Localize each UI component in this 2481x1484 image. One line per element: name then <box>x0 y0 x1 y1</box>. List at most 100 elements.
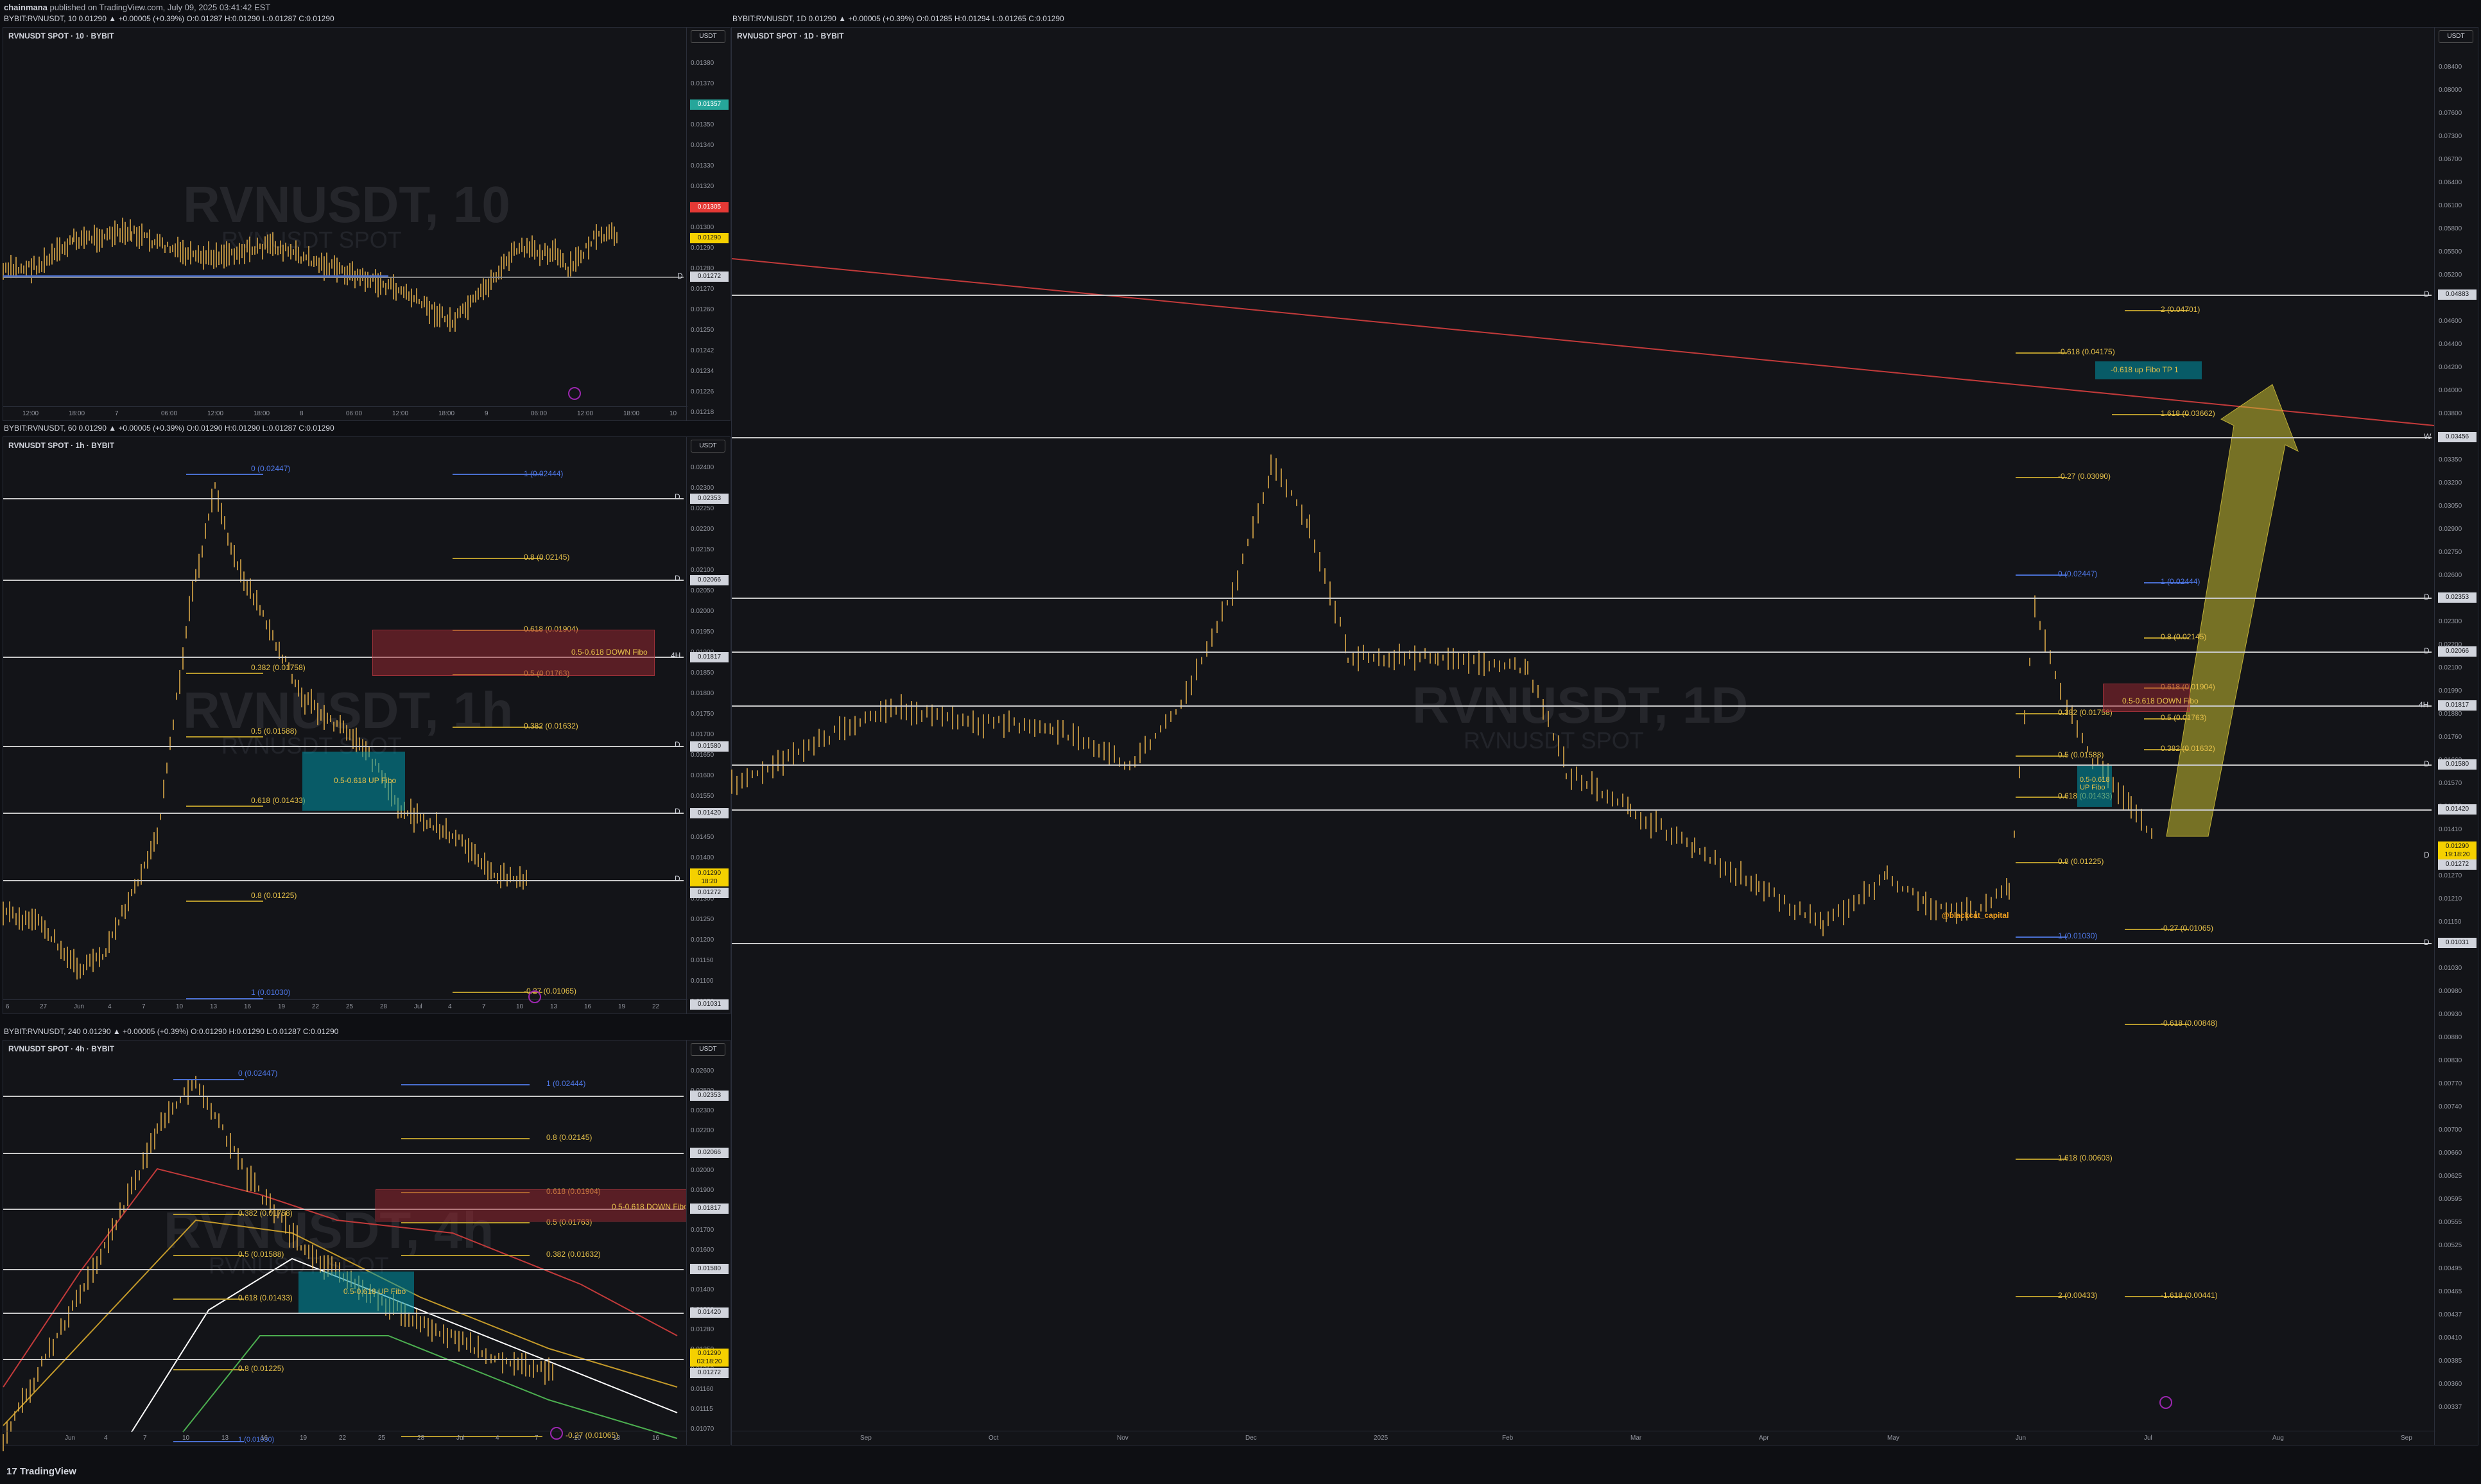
price-tag: 0.01272 <box>690 888 729 898</box>
price-tick: 0.01150 <box>691 957 714 964</box>
fib-ext-label: -1.618 (0.00441) <box>2161 1291 2218 1300</box>
price-tick: 0.01340 <box>691 142 714 149</box>
price-axis[interactable]: USDT 0.026000.025000.023000.022000.02100… <box>686 1040 730 1445</box>
price-tick: 0.00700 <box>2439 1126 2462 1134</box>
price-tag: 0.01272 <box>2438 859 2477 870</box>
chart-pane-10m[interactable]: RVNUSDT SPOT · 10 · BYBIT RVNUSDT, 10 RV… <box>3 27 730 421</box>
price-axis[interactable]: USDT 0.02400 0.02300 0.02250 0.02200 0.02150… <box>686 437 730 1014</box>
price-axis[interactable]: USDT 0.08400 0.08000 0.07600 0.07300 0.06700… <box>2434 28 2478 1445</box>
time-tick: 4 <box>108 1003 112 1010</box>
fib-down-label: 0.8 (0.01225) <box>251 891 297 900</box>
price-tag: 0.04883 <box>2438 289 2477 300</box>
fib-down-label: 0.5 (0.01588) <box>238 1250 284 1259</box>
price-tick: 0.01270 <box>691 286 714 293</box>
fib-label: -0.618 (0.04175) <box>2058 347 2115 356</box>
price-tick: 0.03350 <box>2439 456 2462 463</box>
publish-info: published on TradingView.com, July 09, 2… <box>49 3 271 12</box>
currency-unit[interactable]: USDT <box>691 1043 725 1056</box>
time-tick: 12:00 <box>392 410 409 417</box>
countdown-tag: 03:18:20 <box>690 1358 729 1367</box>
price-tag-red: 0.01305 <box>690 202 729 212</box>
price-tick: 0.02600 <box>2439 572 2462 579</box>
fib-ext-label: 2 (0.04701) <box>2161 305 2200 314</box>
price-tag: 0.03456 <box>2438 432 2477 442</box>
time-tick: 7 <box>535 1435 539 1442</box>
time-tick: 18:00 <box>69 410 85 417</box>
fib-ext-label: -0.27 (0.01065) <box>2161 924 2214 933</box>
price-tick: 0.02150 <box>691 546 714 553</box>
chart-pane-4h[interactable]: RVNUSDT SPOT · 4h · BYBIT RVNUSDT, 4h RV… <box>3 1040 730 1452</box>
price-tick: 0.01410 <box>2439 826 2462 833</box>
time-axis[interactable]: Jun 4 7 10 13 16 19 22 25 28 Jul 4 7 10 13 16 <box>3 1431 687 1445</box>
price-tick: 0.02000 <box>691 608 714 615</box>
level-tag: W <box>2424 432 2432 441</box>
price-tag: 0.01031 <box>690 999 729 1010</box>
price-chart-10m[interactable] <box>3 28 686 406</box>
currency-unit[interactable]: USDT <box>691 440 725 453</box>
time-tick: 19 <box>300 1435 307 1442</box>
price-chart-4h[interactable] <box>3 1040 686 1452</box>
price-tick: 0.03050 <box>2439 503 2462 510</box>
price-tick: 0.03200 <box>2439 479 2462 487</box>
level-line <box>3 1096 684 1097</box>
level-tag: D <box>2424 759 2430 768</box>
fib-up-label: 0.382 (0.01632) <box>546 1250 601 1259</box>
fib-down-label: 0 (0.02447) <box>238 1069 278 1078</box>
price-tick: 0.00495 <box>2439 1265 2462 1272</box>
time-axis[interactable]: 6 27 Jun 4 7 10 13 16 19 22 25 28 Jul 4 7 10 13 16 19 22 <box>3 999 687 1014</box>
time-tick: 06:00 <box>346 410 363 417</box>
publish-header: chainmana published on TradingView.com, … <box>0 0 2481 21</box>
price-tick: 0.02100 <box>691 567 714 574</box>
level-line <box>3 1359 684 1360</box>
price-tick: 0.02100 <box>2439 664 2462 671</box>
level-tag: D <box>2424 289 2430 298</box>
currency-unit[interactable]: USDT <box>691 30 725 43</box>
price-tick: 0.06700 <box>2439 156 2462 163</box>
time-tick: 13 <box>210 1003 218 1010</box>
price-tick: 0.00880 <box>2439 1034 2462 1041</box>
chart-pane-1h[interactable]: RVNUSDT SPOT · 1h · BYBIT RVNUSDT, 1h RV… <box>3 436 730 1014</box>
legend-4h: BYBIT:RVNUSDT, 240 0.01290 ▲ +0.00005 (+… <box>4 1027 339 1036</box>
replay-icon[interactable] <box>2159 1396 2172 1409</box>
price-tick: 0.01270 <box>2439 872 2462 879</box>
level-tag: D <box>675 874 680 883</box>
footer-brand: TradingView <box>19 1466 76 1477</box>
time-tick: 19 <box>278 1003 286 1010</box>
time-axis[interactable]: 12:00 18:00 7 06:00 12:00 18:00 8 06:00 12:00 18:… <box>3 406 687 420</box>
price-chart-1h[interactable] <box>3 437 686 999</box>
chart-pane-1d[interactable]: RVNUSDT SPOT · 1D · BYBIT RVNUSDT, 1D RV… <box>731 27 2478 1445</box>
time-axis[interactable]: Sep Oct Nov Dec 2025 Feb Mar Apr May Jun Jul Aug Sep <box>732 1431 2435 1445</box>
price-axis[interactable]: USDT 0.013800.013700.013600.013500.01340… <box>686 28 730 420</box>
time-tick: Aug <box>2272 1435 2284 1442</box>
level-line <box>732 598 2432 599</box>
price-tick: 0.00625 <box>2439 1173 2462 1180</box>
tradingview-logo[interactable]: 17 TradingView <box>6 1466 76 1477</box>
price-tick: 0.01550 <box>691 793 714 800</box>
price-tag-high: 0.01357 <box>690 99 729 110</box>
replay-icon[interactable] <box>550 1427 563 1440</box>
level-line <box>3 746 684 747</box>
price-tick: 0.08000 <box>2439 87 2462 94</box>
time-tick: 10 <box>670 410 677 417</box>
price-tick: 0.01226 <box>691 388 714 395</box>
price-chart-1d[interactable] <box>731 28 2435 1431</box>
price-tick: 0.04400 <box>2439 341 2462 348</box>
price-tick: 0.02300 <box>2439 618 2462 625</box>
time-tick: Jul <box>414 1003 422 1010</box>
level-tag: D <box>675 740 680 749</box>
time-tick: 06:00 <box>531 410 548 417</box>
price-tick: 0.01650 <box>691 752 714 759</box>
price-tick: 0.06100 <box>2439 202 2462 209</box>
target-arrow[interactable] <box>2166 384 2299 837</box>
price-tick: 0.01450 <box>691 834 714 841</box>
currency-unit[interactable]: USDT <box>2439 30 2473 43</box>
level-line <box>732 295 2432 296</box>
price-tick: 0.04600 <box>2439 318 2462 325</box>
price-tick: 0.05200 <box>2439 272 2462 279</box>
replay-icon[interactable] <box>568 387 581 400</box>
down-fibo-label: 0.5-0.618 DOWN Fibo <box>612 1202 688 1211</box>
replay-icon[interactable] <box>528 990 541 1003</box>
price-tag: 0.01580 <box>690 1264 729 1274</box>
author-name[interactable]: chainmana <box>4 3 48 12</box>
time-tick: 4 <box>496 1435 499 1442</box>
